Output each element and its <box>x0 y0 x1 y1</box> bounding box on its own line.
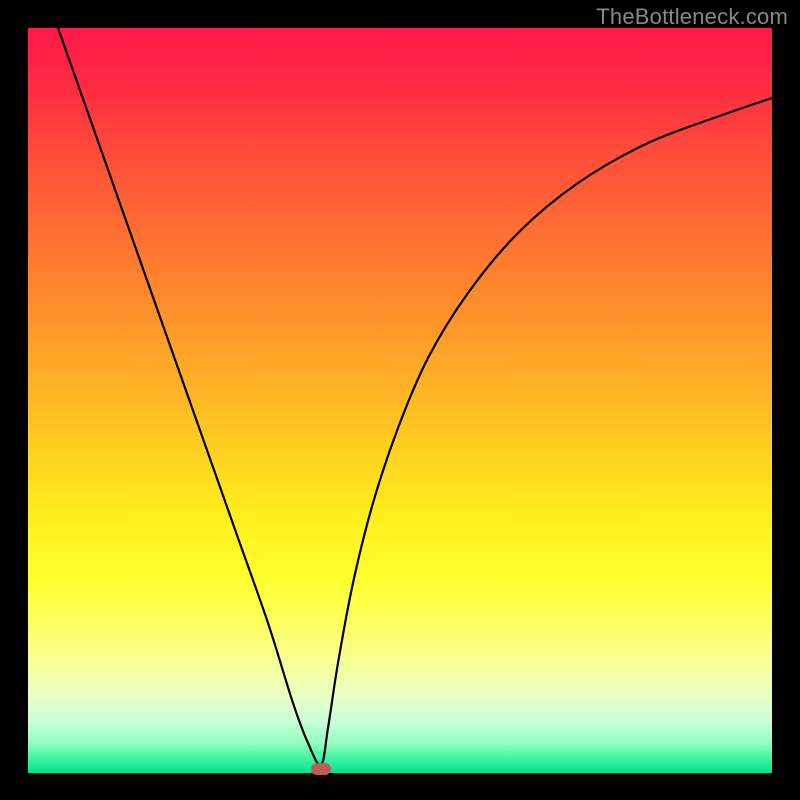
watermark-text: TheBottleneck.com <box>596 4 788 30</box>
optimal-point-marker <box>311 763 331 775</box>
bottleneck-curve <box>28 28 772 773</box>
chart-frame <box>28 28 772 773</box>
